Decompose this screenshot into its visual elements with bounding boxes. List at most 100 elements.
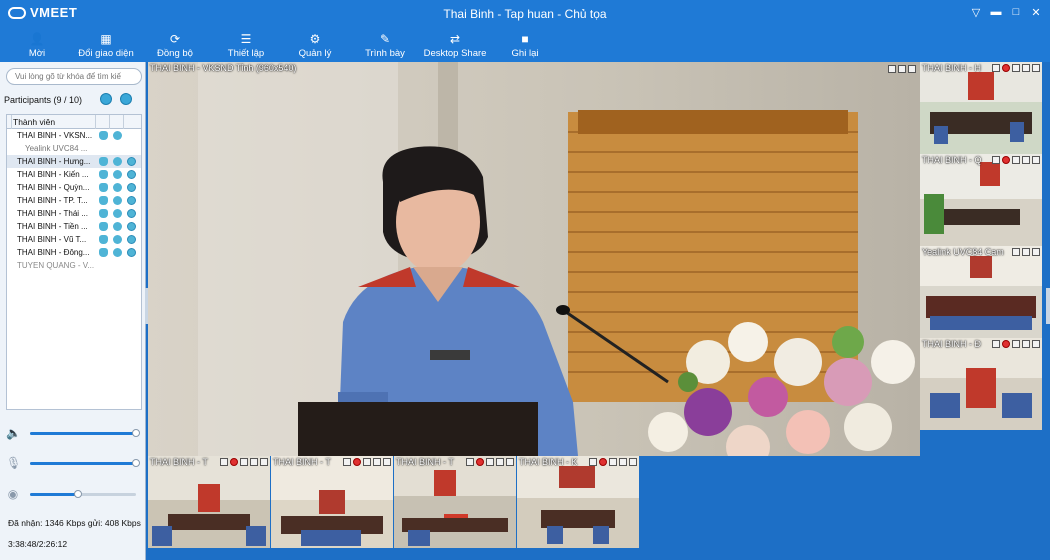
user-icon[interactable] [992,156,1000,164]
user-icon[interactable] [343,458,351,466]
camera-track[interactable] [30,490,136,498]
desktop-share-button[interactable]: ⇄ Desktop Share [422,28,488,62]
participant-row[interactable]: THAI BINH - Đông... [7,246,141,259]
microphone-icon[interactable] [99,157,108,166]
video-icon[interactable] [127,209,136,218]
video-icon[interactable] [127,222,136,231]
mic-muted-icon[interactable] [599,458,607,466]
settings-icon[interactable] [1022,248,1030,256]
user-icon[interactable] [992,340,1000,348]
camera-icon[interactable] [113,170,122,179]
microphone-icon[interactable] [99,196,108,205]
right-thumb-4[interactable]: THAI BINH - Đ [920,338,1042,430]
chat-icon[interactable] [609,458,617,466]
mic-muted-icon[interactable] [230,458,238,466]
settings-button[interactable]: ☰ Thiết lập [225,28,267,62]
chat-icon[interactable] [240,458,248,466]
manage-button[interactable]: ⚙ Quản lý [296,28,334,62]
chat-icon[interactable] [1012,340,1020,348]
all-camera-icon[interactable] [120,93,132,105]
fullscreen-icon[interactable] [1032,340,1040,348]
fullscreen-icon[interactable] [629,458,637,466]
fullscreen-icon[interactable] [1032,64,1040,72]
chat-icon[interactable] [1012,156,1020,164]
sync-button[interactable]: ⟳ Đồng bộ [155,28,195,62]
microphone-icon[interactable] [99,209,108,218]
fullscreen-icon[interactable] [260,458,268,466]
video-icon[interactable] [127,183,136,192]
mic-muted-icon[interactable] [353,458,361,466]
microphone-icon[interactable] [99,131,108,140]
mic-muted-icon[interactable] [1002,64,1010,72]
microphone-icon[interactable] [99,222,108,231]
column-header-member[interactable]: Thành viên [13,117,55,127]
settings-icon[interactable] [619,458,627,466]
participant-row[interactable]: Yealink UVC84 ... [7,142,141,155]
video-icon[interactable] [127,235,136,244]
chat-icon[interactable] [363,458,371,466]
fullscreen-icon[interactable] [506,458,514,466]
participant-row[interactable]: THAI BINH - VKSN... [7,129,141,142]
bottom-thumb-2[interactable]: THAI BINH - T [271,456,393,548]
user-icon[interactable] [992,64,1000,72]
camera-icon[interactable] [113,248,122,257]
camera-icon[interactable] [113,196,122,205]
microphone-icon[interactable] [99,170,108,179]
close-icon[interactable]: ✕ [1030,6,1042,19]
video-icon[interactable] [127,157,136,166]
fullscreen-icon[interactable] [1032,156,1040,164]
settings-icon[interactable] [1022,340,1030,348]
video-icon[interactable] [127,196,136,205]
user-icon[interactable] [888,65,896,73]
fullscreen-icon[interactable] [383,458,391,466]
camera-icon[interactable] [113,183,122,192]
right-thumb-3[interactable]: Yealink UVC84 Cam [920,246,1042,338]
camera-icon[interactable] [113,131,122,140]
settings-icon[interactable] [496,458,504,466]
mic-muted-icon[interactable] [476,458,484,466]
chat-icon[interactable] [486,458,494,466]
fullscreen-icon[interactable] [908,65,916,73]
right-thumb-1[interactable]: THAI BINH - H [920,62,1042,154]
microphone-icon[interactable] [99,183,108,192]
user-icon[interactable] [589,458,597,466]
participant-row[interactable]: THAI BINH - Kiến ... [7,168,141,181]
camera-icon[interactable] [113,209,122,218]
mic-muted-icon[interactable] [1002,156,1010,164]
participant-row[interactable]: THAI BINH - Hưng... [7,155,141,168]
right-panel-grip[interactable] [1046,288,1050,324]
settings-icon[interactable] [1022,156,1030,164]
maximize-icon[interactable]: □ [1010,6,1022,19]
mic-volume-knob[interactable] [132,459,140,467]
fullscreen-icon[interactable] [1032,248,1040,256]
camera-icon[interactable] [113,222,122,231]
video-icon[interactable] [127,248,136,257]
mic-volume-track[interactable] [30,459,140,467]
settings-icon[interactable] [898,65,906,73]
settings-icon[interactable] [373,458,381,466]
participant-row[interactable]: THAI BINH - Thái ... [7,207,141,220]
chat-icon[interactable] [1012,64,1020,72]
minimize-icon[interactable]: ▬ [990,6,1002,19]
camera-icon[interactable] [113,235,122,244]
participant-row[interactable]: THAI BINH - TP. T... [7,194,141,207]
user-icon[interactable] [1012,248,1020,256]
mic-muted-icon[interactable] [1002,340,1010,348]
bottom-thumb-4[interactable]: THAI BINH - K [517,456,639,548]
participant-row[interactable]: THAI BINH - Vũ T... [7,233,141,246]
camera-knob[interactable] [73,490,82,498]
record-button[interactable]: ■ Ghi lại [508,28,542,62]
settings-icon[interactable] [1022,64,1030,72]
present-button[interactable]: ✎ Trình bày [362,28,408,62]
chevron-down-icon[interactable]: ▽ [970,6,982,19]
microphone-icon[interactable] [99,235,108,244]
main-video-feed[interactable]: THAI BINH - VKSND Tỉnh (960x540) [148,62,920,456]
bottom-thumb-3[interactable]: THAI BINH - T [394,456,516,548]
change-layout-button[interactable]: ▦ Đổi giao diện [76,28,136,62]
search-input[interactable] [6,68,142,85]
bottom-thumb-1[interactable]: THAI BINH - T [148,456,270,548]
microphone-icon[interactable] [99,248,108,257]
participant-row[interactable]: TUYEN QUANG - V... [7,259,141,272]
speaker-volume-knob[interactable] [132,429,140,437]
invite-button[interactable]: 👤 Mời [22,28,52,62]
